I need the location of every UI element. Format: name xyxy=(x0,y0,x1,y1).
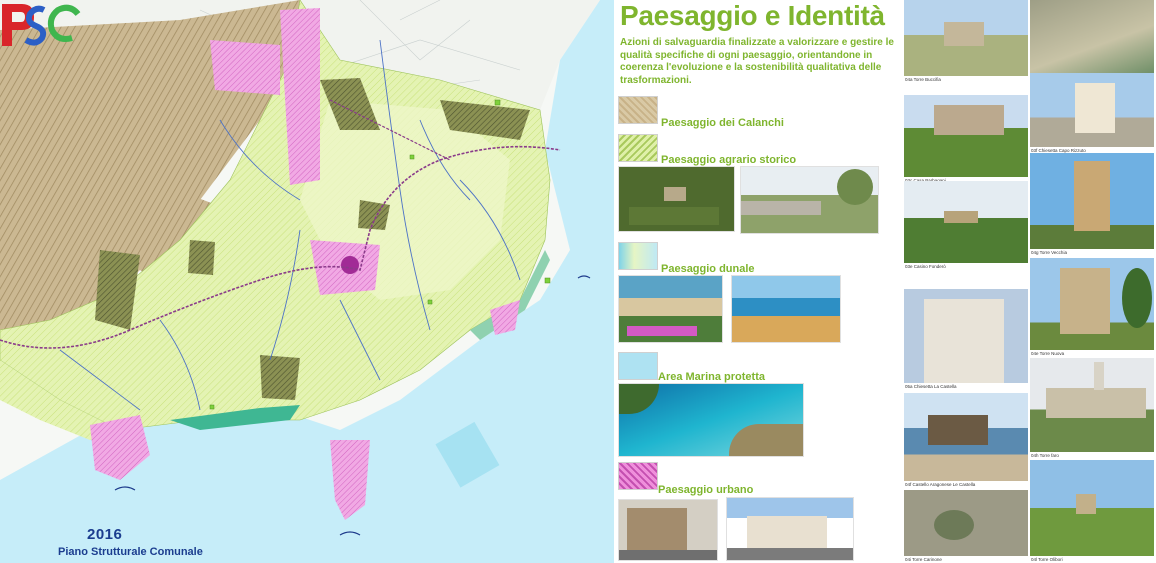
gallery-caption: 04g Torre Vecchia xyxy=(1031,250,1067,255)
legend-item-agrarian: Paesaggio agrario storico xyxy=(618,134,904,166)
calanchi-swatch xyxy=(618,96,658,124)
gallery-photo xyxy=(1030,460,1154,556)
logo-subtitle: Piano Strutturale Comunale xyxy=(58,546,203,558)
intro-text: Azioni di salvaguardia finalizzate a val… xyxy=(620,37,894,86)
urban-street-photo-1 xyxy=(618,499,718,561)
legend-item-calanchi: Paesaggio dei Calanchi xyxy=(618,96,904,129)
historic-patch-6 xyxy=(358,200,390,230)
legend-item-urban: Paesaggio urbano xyxy=(618,462,904,496)
gallery-item: 03e Casino Fonderò xyxy=(904,181,1028,273)
legend-label-agrarian: Paesaggio agrario storico xyxy=(661,154,797,166)
gallery-item: 04a Torre Buccifia xyxy=(904,0,1028,86)
gallery-photo xyxy=(1030,258,1154,350)
town-core xyxy=(341,256,359,274)
psc-logo xyxy=(2,4,81,46)
gallery-item: 04i Torre Carinone xyxy=(904,490,1028,563)
gallery-caption: 03e Casino Fonderò xyxy=(905,264,946,269)
gallery-photo xyxy=(904,95,1028,177)
historic-patch-5 xyxy=(188,240,215,275)
map-drawing xyxy=(0,0,614,563)
dune-bay-photo xyxy=(731,275,841,343)
historic-patch-4 xyxy=(260,355,300,400)
gallery-caption: 04e Torre Nuova xyxy=(1031,351,1065,356)
agrarian-swatch xyxy=(618,134,658,162)
logo-year: 2016 xyxy=(87,526,123,543)
legend-label-urban: Paesaggio urbano xyxy=(658,484,754,496)
legend-label-marine: Area Marina protetta xyxy=(658,371,765,383)
gallery-photo xyxy=(1030,358,1154,452)
agrarian-aerial-photo xyxy=(618,166,735,232)
urban-zone-north xyxy=(210,40,280,95)
gallery-item: 04g Torre Vecchia xyxy=(1030,153,1154,255)
legend-label-dune: Paesaggio dunale xyxy=(661,263,755,275)
poster: 2016 Piano Strutturale Comunale Paesaggi… xyxy=(0,0,1156,563)
gallery-item: 04e Torre Nuova xyxy=(1030,258,1154,356)
gallery-photo xyxy=(904,490,1028,556)
gallery-item: 04h Torre faro xyxy=(1030,358,1154,458)
gallery-photo xyxy=(1030,0,1154,76)
gallery-item: 05a Chiesetta La Castella xyxy=(904,289,1028,389)
gallery-caption: 04l Torre Olibori xyxy=(1031,557,1063,562)
legend-label-calanchi: Paesaggio dei Calanchi xyxy=(661,117,784,129)
gallery-item: 03c Casa Barbagani xyxy=(904,95,1028,187)
gallery-photo xyxy=(1030,73,1154,147)
marine-area-photo xyxy=(618,383,804,457)
olive-grove-photo xyxy=(740,166,879,234)
gallery-item: 04l Torre Olibori xyxy=(1030,460,1154,562)
dune-swatch xyxy=(618,242,658,270)
gallery-item: 04f Castello Aragonese Le Castella xyxy=(904,393,1028,487)
legend-item-dune: Paesaggio dunale xyxy=(618,242,904,275)
gallery-caption: 04i Torre Carinone xyxy=(905,557,942,562)
gallery-caption: 05a Chiesetta La Castella xyxy=(905,384,957,389)
dune-beach-photo xyxy=(618,275,723,343)
marine-area-swatch xyxy=(618,352,658,380)
urban-street-photo-2 xyxy=(726,497,854,561)
urban-swatch xyxy=(618,462,658,490)
legend-item-marine: Area Marina protetta xyxy=(618,352,904,383)
legend-panel: Paesaggio e Identità Azioni di salvaguar… xyxy=(614,0,904,563)
gallery-caption: 04h Torre faro xyxy=(1031,453,1059,458)
poster-title: Paesaggio e Identità xyxy=(620,0,885,31)
gallery-caption: 04f Castello Aragonese Le Castella xyxy=(905,482,976,487)
gallery-photo xyxy=(904,181,1028,263)
gallery-photo xyxy=(904,393,1028,481)
monument-gallery: 04a Torre Buccifia 03c Casa Barbagani 03… xyxy=(904,0,1156,563)
gallery-caption: 04a Torre Buccifia xyxy=(905,77,941,82)
territory-map: 2016 Piano Strutturale Comunale xyxy=(0,0,614,563)
gallery-photo xyxy=(904,289,1028,383)
gallery-photo xyxy=(904,0,1028,76)
gallery-item: 03f Chiesetta Capo Rizzuto xyxy=(1030,73,1154,165)
gallery-photo xyxy=(1030,153,1154,249)
